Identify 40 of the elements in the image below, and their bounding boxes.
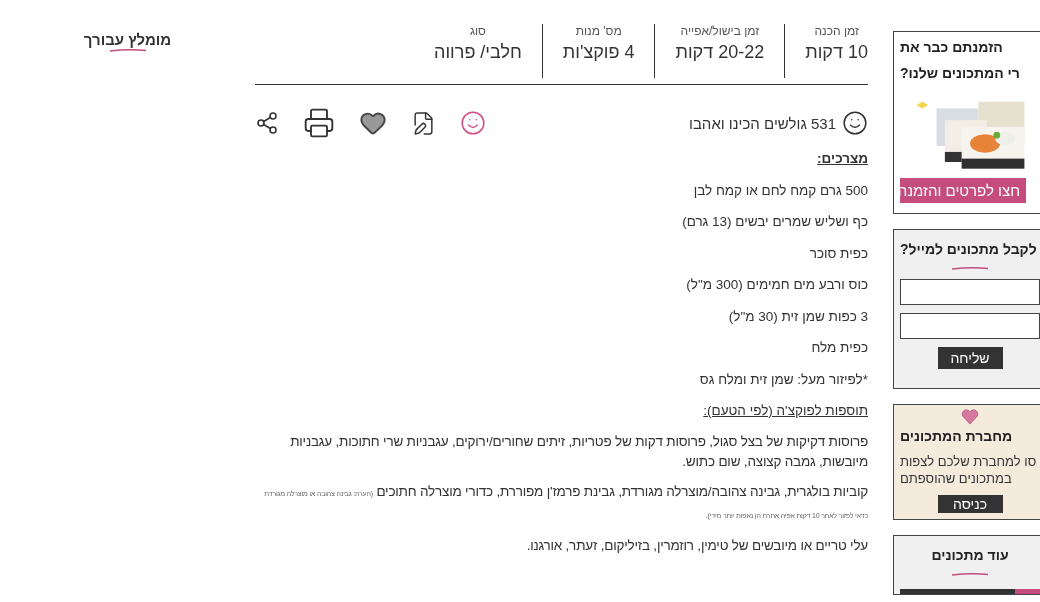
topping-paragraph: פרוסות דקיקות של בצל סגול, פרוסות דקות של פטריות, זיתים שחורים/ירוקים, עגבניות שרי חתוכות, עגבניות מיובשות, גמבה קצוצה, שום כתוש. xyxy=(289,432,868,471)
stat-label: סוג xyxy=(469,24,486,38)
more-recipes-title: עוד מתכונים xyxy=(931,546,1009,565)
topping-paragraph: עלי טריים או מיובשים של טימין, רוזמרין, בזיליקום, זעתר, אורגנו. xyxy=(525,536,868,555)
newsletter-title: לקבל מתכונים למייל? xyxy=(900,240,1037,259)
stat-label: זמן הכנה xyxy=(814,24,859,38)
stat-value: 4 פוקצ'ות xyxy=(562,42,635,63)
notebook-text: סו למחברת שלכם לצפות xyxy=(900,453,1037,470)
recommended-title: מומלץ עבורך xyxy=(83,31,172,48)
promo-title: הזמנתם כבר את xyxy=(900,38,1003,57)
promo-title: רי המתכונים שלנו? xyxy=(900,64,1020,83)
send-button[interactable]: שליחה xyxy=(937,347,1003,370)
ingredient-line: כוס ורבע מים חמימים (300 מ"ל) xyxy=(685,276,868,294)
stat-value: 20-22 דקות xyxy=(675,42,765,63)
ingredient-line: כפית מלח xyxy=(810,339,868,357)
stat-label: מס' מנות xyxy=(575,24,622,38)
name-field[interactable] xyxy=(900,279,1040,306)
toppings-heading: תוספות לפוקצ'ה (לפי הטעם): xyxy=(702,402,868,420)
notebook-title: מחברת המתכונים xyxy=(900,426,1013,445)
likes-count: 531 גולשים הכינו ואהבו xyxy=(689,114,836,132)
squiggle-underline xyxy=(107,48,148,53)
smiley-icon xyxy=(842,110,868,136)
ingredient-line: כפית סוכר xyxy=(808,244,868,263)
print-icon[interactable] xyxy=(303,107,335,139)
squiggle-underline xyxy=(950,266,990,272)
ingredient-line: *לפיזור מעל: שמן זית ומלח גס xyxy=(698,370,868,389)
stat-label: זמן בישול/אפייה xyxy=(680,24,760,38)
squiggle-underline xyxy=(950,572,990,578)
ingredient-line: 3 כפות שמן זית (30 מ"ל) xyxy=(727,307,868,326)
notebook-text: במתכונים שהוספתם xyxy=(900,470,1012,487)
ingredient-line: 500 גרם קמח לחם או קמח לבן xyxy=(692,181,868,200)
ingredients-heading: מצרכים: xyxy=(816,150,868,168)
email-field[interactable] xyxy=(900,313,1040,340)
share-icon[interactable] xyxy=(255,111,279,135)
enter-button[interactable]: כניסה xyxy=(937,495,1003,513)
stat-value: חלבי/ פרווה xyxy=(434,42,522,63)
edit-note-icon[interactable] xyxy=(411,110,436,136)
ingredient-line: כף ושליש שמרים יבשים (13 גרם) xyxy=(681,213,868,231)
smiley-icon[interactable] xyxy=(460,110,486,136)
stat-value: 10 דקות xyxy=(805,42,868,63)
